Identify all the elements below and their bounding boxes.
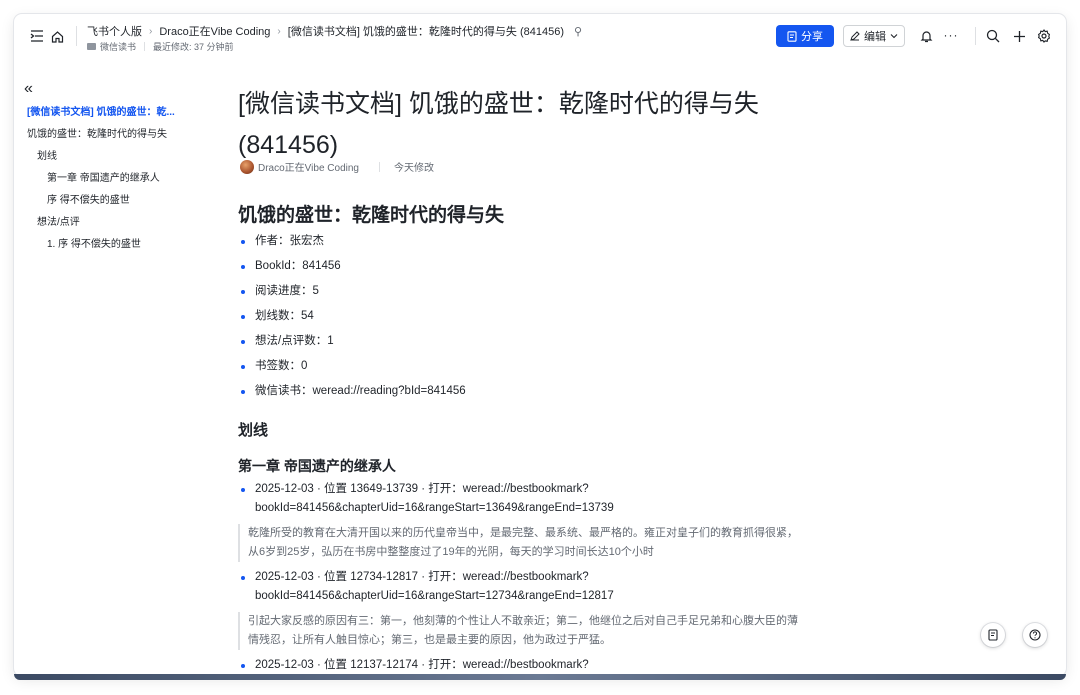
breadcrumb-workspace[interactable]: 飞书个人版 (87, 23, 142, 39)
modified-text: 今天修改 (393, 163, 434, 174)
outline-item-chapter1[interactable]: 第一章 帝国遗产的继承人 (47, 169, 160, 184)
bullet-dot (241, 390, 245, 394)
plus-icon[interactable] (1008, 25, 1030, 47)
weread-link[interactable]: 微信读书：weread://reading?bId=841456 (255, 382, 466, 401)
gear-icon[interactable] (1033, 25, 1055, 47)
pin-icon[interactable]: ⚲ (574, 25, 582, 38)
outline-item-note-1[interactable]: 1. 序 得不偿失的盛世 (47, 235, 141, 250)
collapse-outline-icon[interactable]: « (24, 80, 33, 98)
outline-item-h1[interactable]: 饥饿的盛世：乾隆时代的得与失 (27, 125, 167, 140)
edit-label: 编辑 (864, 31, 886, 43)
app-window: 飞书个人版 › Draco正在Vibe Coding › [微信读书文档] 饥饿… (14, 14, 1066, 676)
last-modified: 最近修改: 37 分钟前 (153, 42, 234, 52)
breadcrumb-space[interactable]: Draco正在Vibe Coding (159, 23, 270, 39)
help-icon (1029, 629, 1041, 641)
heading-highlights: 划线 (238, 422, 269, 439)
header-divider-right (975, 27, 976, 45)
header-divider (76, 26, 77, 46)
outline-item-doc-title[interactable]: [微信读书文档] 饥饿的盛世：乾... (27, 103, 197, 118)
highlight-meta[interactable]: 2025-12-03 · 位置 12137-12174 · 打开：weread:… (255, 656, 589, 675)
bullet-dot (241, 290, 245, 294)
outline-toggle-icon[interactable] (26, 25, 48, 47)
share-label: 分享 (801, 31, 823, 43)
bell-icon[interactable] (915, 25, 937, 47)
heading-book-title: 饥饿的盛世：乾隆时代的得与失 (238, 205, 505, 226)
outline-item-highlights[interactable]: 划线 (37, 147, 57, 162)
highlight-link[interactable]: bookId=841456&chapterUid=16&rangeStart=1… (255, 587, 614, 606)
highlight-link[interactable]: bookId=841456&chapterUid=16&rangeStart=1… (255, 499, 614, 518)
outline-item-notes[interactable]: 想法/点评 (37, 213, 80, 228)
heading-chapter-1: 第一章 帝国遗产的继承人 (238, 458, 396, 474)
quote-block: 乾隆所受的教育在大清开国以来的历代皇帝当中，是最完整、最系统、最严格的。雍正对皇… (238, 524, 848, 562)
bullet-dot (241, 315, 245, 319)
author-divider (378, 161, 380, 172)
pencil-icon (850, 31, 860, 41)
breadcrumb: 飞书个人版 › Draco正在Vibe Coding › [微信读书文档] 饥饿… (87, 23, 582, 39)
home-icon[interactable] (46, 25, 68, 47)
author-row: Draco正在Vibe Coding 今天修改 (240, 159, 434, 174)
author-name[interactable]: Draco正在Vibe Coding (258, 159, 359, 174)
doc-subline: 微信读书 最近修改: 37 分钟前 (87, 40, 234, 53)
breadcrumb-document[interactable]: [微信读书文档] 饥饿的盛世：乾隆时代的得与失 (841456) (288, 23, 564, 39)
bullet-dot (241, 265, 245, 269)
subline-divider (144, 42, 146, 51)
edit-mode-button[interactable]: 编辑 (843, 25, 905, 47)
page-title[interactable]: [微信读书文档] 饥饿的盛世：乾隆时代的得与失 (841456) (238, 84, 798, 166)
chevron-right-icon: › (149, 25, 153, 37)
bullet-dot (241, 664, 245, 668)
bullet-dot (241, 340, 245, 344)
bullet-dot (241, 576, 245, 580)
folder-icon (87, 43, 96, 50)
more-icon[interactable]: ··· (940, 24, 962, 46)
quote-block: 引起大家反感的原因有三：第一，他刻薄的个性让人不敢亲近；第二，他继位之后对自己手… (238, 612, 848, 650)
highlight-meta[interactable]: 2025-12-03 · 位置 13649-13739 · 打开：weread:… (255, 480, 589, 499)
share-button[interactable]: 分享 (776, 25, 834, 47)
chevron-down-icon (890, 34, 898, 39)
help-button[interactable] (1023, 623, 1047, 647)
bullet-dot (241, 488, 245, 492)
share-doc-icon (787, 30, 797, 42)
chevron-right-icon: › (277, 25, 281, 37)
bullet-dot (241, 240, 245, 244)
search-icon[interactable] (982, 25, 1004, 47)
avatar[interactable] (240, 159, 254, 174)
top-bar: 飞书个人版 › Draco正在Vibe Coding › [微信读书文档] 饥饿… (14, 14, 1066, 58)
bullet-dot (241, 365, 245, 369)
page-outline-button[interactable] (981, 623, 1005, 647)
desktop-strip (14, 674, 1066, 680)
folder-label[interactable]: 微信读书 (100, 40, 136, 53)
highlight-meta[interactable]: 2025-12-03 · 位置 12734-12817 · 打开：weread:… (255, 568, 589, 587)
outline-item-preface[interactable]: 序 得不偿失的盛世 (47, 191, 130, 206)
document-icon (987, 629, 998, 641)
page-title-line-1: [微信读书文档] 饥饿的盛世：乾隆时代的得与失 (238, 90, 759, 118)
